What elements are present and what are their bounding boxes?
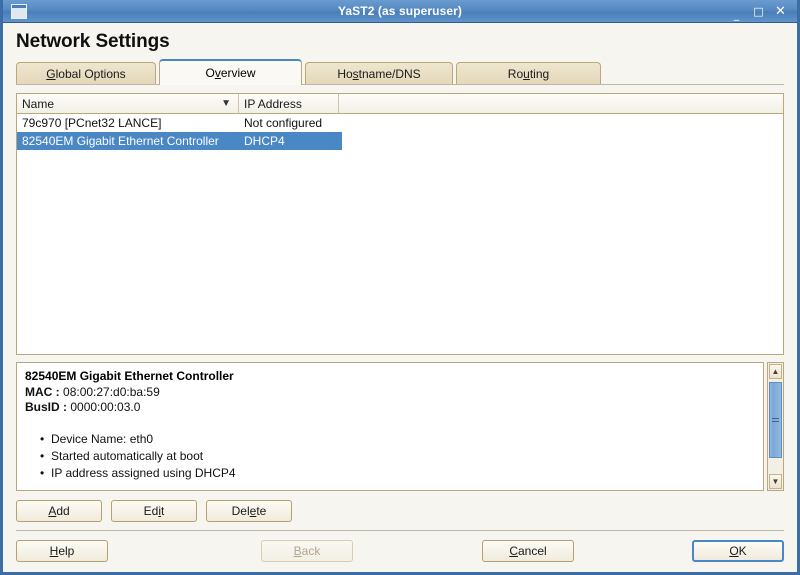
detail-mac: MAC : 08:00:27:d0:ba:59 (25, 385, 755, 399)
table-row[interactable]: 82540EM Gigabit Ethernet Controller DHCP… (17, 132, 342, 150)
column-header-ip-address-label: IP Address (244, 96, 302, 111)
table-row[interactable]: 79c970 [PCnet32 LANCE] Not configured (17, 114, 783, 132)
tab-separator (16, 84, 784, 85)
table-cell-ip: DHCP4 (244, 134, 285, 148)
tab-routing[interactable]: Routing (456, 62, 601, 85)
edit-button-label: Edit (143, 504, 165, 518)
detail-title: 82540EM Gigabit Ethernet Controller (25, 369, 234, 383)
tab-overview-label: Overview (205, 66, 256, 80)
scroll-down-icon[interactable]: ▼ (769, 474, 782, 489)
add-button[interactable]: Add (16, 500, 102, 522)
cancel-button-label: Cancel (509, 544, 547, 558)
page-title: Network Settings (16, 31, 170, 52)
tab-global-options-label: Global Options (46, 67, 126, 81)
delete-button-label: Delete (231, 504, 267, 518)
close-icon[interactable]: ✕ (774, 5, 787, 18)
tab-overview[interactable]: Overview (159, 59, 302, 85)
detail-mac-label: MAC : (25, 385, 60, 399)
minimize-icon[interactable]: _ (730, 9, 743, 20)
detail-busid-value: 0000:00:03.0 (70, 400, 141, 414)
edit-button[interactable]: Edit (111, 500, 197, 522)
scrollbar-grip-icon (772, 416, 779, 424)
scrollbar-track[interactable] (769, 380, 782, 473)
tab-bar: Global Options Overview Hostname/DNS Rou… (16, 59, 788, 85)
detail-busid: BusID : 0000:00:03.0 (25, 400, 755, 414)
help-button[interactable]: Help (16, 540, 108, 562)
footer-separator (16, 530, 784, 531)
add-button-label: Add (48, 504, 70, 518)
table-cell-name: 82540EM Gigabit Ethernet Controller (22, 134, 219, 148)
table-header-row: Name ▼ IP Address (17, 94, 783, 114)
detail-vertical-scrollbar[interactable]: ▲ ▼ (767, 362, 784, 491)
detail-mac-value: 08:00:27:d0:ba:59 (63, 385, 160, 399)
window-title: YaST2 (as superuser) (337, 4, 463, 18)
ok-button-label: OK (729, 544, 747, 558)
back-button: Back (261, 540, 353, 562)
scroll-up-icon[interactable]: ▲ (769, 364, 782, 379)
delete-button[interactable]: Delete (206, 500, 292, 522)
list-item: Started automatically at boot (40, 448, 755, 465)
cancel-button[interactable]: Cancel (482, 540, 574, 562)
list-item: Device Name: eth0 (40, 431, 755, 448)
window-icon (11, 3, 27, 19)
tab-hostname-dns[interactable]: Hostname/DNS (305, 62, 453, 85)
column-header-name-label: Name (22, 96, 55, 111)
detail-bullet-list: Device Name: eth0 Started automatically … (25, 431, 755, 482)
column-header-name[interactable]: Name ▼ (17, 94, 239, 113)
device-actions: Add Edit Delete (16, 500, 784, 522)
help-button-label: Help (49, 544, 75, 558)
yast-window: YaST2 (as superuser) _ □ ✕ Network Setti… (0, 0, 800, 575)
column-header-ip-address[interactable]: IP Address (239, 94, 339, 113)
table-cell-name: 79c970 [PCnet32 LANCE] (22, 116, 162, 130)
tab-global-options[interactable]: Global Options (16, 62, 156, 85)
tab-routing-label: Routing (507, 67, 550, 81)
list-item: IP address assigned using DHCP4 (40, 465, 755, 482)
column-header-filler (339, 94, 783, 113)
chevron-down-icon[interactable]: ▼ (221, 98, 231, 109)
ok-button[interactable]: OK (692, 540, 784, 562)
client-area: Network Settings Global Options Overview… (3, 23, 797, 572)
window-controls: _ □ ✕ (730, 5, 793, 20)
device-table[interactable]: Name ▼ IP Address 79c970 [PCnet32 LANCE]… (16, 93, 784, 355)
detail-busid-label: BusID : (25, 400, 67, 414)
back-button-label: Back (293, 544, 321, 558)
tab-hostname-dns-label: Hostname/DNS (337, 67, 421, 81)
dialog-buttons: Help Back Cancel OK (16, 539, 784, 563)
device-detail-panel: 82540EM Gigabit Ethernet Controller MAC … (16, 362, 764, 491)
maximize-icon[interactable]: □ (752, 6, 765, 17)
table-cell-ip: Not configured (244, 116, 323, 130)
title-bar[interactable]: YaST2 (as superuser) _ □ ✕ (3, 0, 797, 23)
scrollbar-thumb[interactable] (769, 382, 782, 458)
detail-area: 82540EM Gigabit Ethernet Controller MAC … (16, 362, 784, 491)
